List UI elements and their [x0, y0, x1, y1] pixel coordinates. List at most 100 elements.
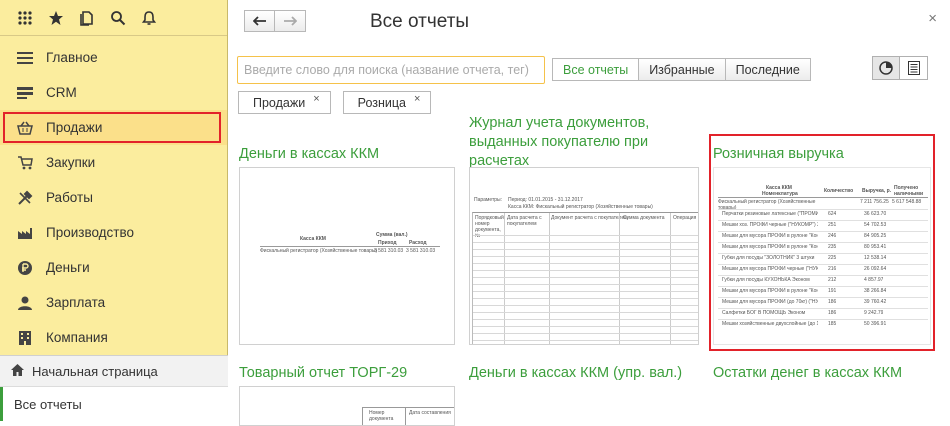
report-card[interactable]: Деньги в кассах ККМ [239, 145, 459, 164]
home-page-label: Начальная страница [32, 363, 158, 379]
thumb-text: 3 581 310.03 [374, 248, 404, 254]
bell-icon[interactable] [133, 0, 164, 36]
report-card-title[interactable]: Деньги в кассах ККМ [239, 145, 459, 164]
tag-label: Розница [357, 95, 406, 110]
thumb-text: 54 702.53 [864, 222, 887, 228]
thumb-table-row: Мешки хозяйственные двухслойные (до 100к… [718, 319, 928, 329]
thumb-table-row: Мешки для мусора ПРОФИ черные ("НУКОМР")… [718, 264, 928, 274]
thumb-text: 36 623.70 [864, 211, 887, 217]
report-thumbnail[interactable]: Параметры: Период: 01.01.2015 - 31.12.20… [469, 167, 699, 345]
arrow-right-icon [284, 16, 297, 26]
view-mode-toggle [872, 56, 928, 80]
search-input[interactable]: Введите слово для поиска (название отчет… [237, 56, 545, 84]
sidebar-item-label: CRM [46, 85, 77, 100]
thumb-text: Дата составления [409, 410, 451, 416]
thumb-text: 191 [828, 288, 837, 294]
sidebar-item-label: Работы [46, 190, 93, 205]
thumb-text: Мешки для мусора ПРОФИ в рулоне "Концепц… [722, 244, 818, 250]
sidebar-item-company[interactable]: Компания [0, 320, 227, 355]
thumb-table-row: Мешки для мусора ПРОФИ в рулоне "Концепц… [718, 242, 928, 252]
sidebar-item-label: Производство [46, 225, 135, 240]
filter-recent[interactable]: Последние [725, 58, 811, 81]
sidebar-item-sales[interactable]: Продажи [0, 110, 227, 145]
forward-button[interactable] [275, 10, 306, 32]
thumb-text: 84 905.25 [864, 233, 887, 239]
sidebar-item-production[interactable]: Производство [0, 215, 227, 250]
report-card[interactable]: Товарный отчет ТОРГ-29 [239, 364, 459, 383]
menu-lines-icon [16, 49, 34, 67]
thumb-text: Губки для посуды КУХОНЬКА Эконом [722, 277, 810, 283]
sidebar-item-label: Зарплата [46, 295, 106, 310]
report-card[interactable]: Деньги в кассах ККМ (упр. вал.) [469, 364, 699, 383]
apps-grid-icon[interactable] [9, 0, 40, 36]
history-icon[interactable] [71, 0, 102, 36]
view-thumbnails-button[interactable] [872, 56, 900, 80]
thumb-text: Сумма документа [623, 215, 665, 221]
thumb-text: Мешки для мусора ПРОФИ (до 70кг) ("НУКОМ… [722, 299, 818, 305]
sidebar-item-crm[interactable]: CRM [0, 75, 227, 110]
sidebar-item-purchases[interactable]: Закупки [0, 145, 227, 180]
report-filter-group: Все отчеты Избранные Последние [552, 58, 811, 81]
cart-icon [16, 154, 34, 172]
arrow-left-icon [252, 16, 266, 26]
pie-chart-icon [879, 61, 893, 75]
thumb-table-row: Губки для посуды КУХОНЬКА Эконом 212 4 857… [718, 275, 928, 285]
report-thumbnail[interactable]: Номер документа Дата составления [239, 386, 455, 426]
thumb-text: Мешки для мусора ПРОФИ в рулоне "Концепц… [722, 233, 818, 239]
thumb-text: 9 242.79 [864, 310, 884, 316]
sidebar-item-works[interactable]: Работы [0, 180, 227, 215]
thumb-text: Количество [824, 188, 854, 194]
open-windows-panel: Начальная страница Все отчеты [0, 355, 228, 421]
star-icon[interactable] [40, 0, 71, 36]
sidebar-item-main[interactable]: Главное [0, 40, 227, 75]
tag-label: Продажи [253, 95, 306, 110]
report-card-title[interactable]: Деньги в кассах ККМ (упр. вал.) [469, 364, 699, 383]
home-page-link[interactable]: Начальная страница [0, 356, 228, 387]
tag-chip: Продажи × [238, 91, 331, 114]
tools-icon [16, 189, 34, 207]
thumb-text: Параметры: [474, 197, 503, 203]
open-window-label: Все отчеты [14, 396, 82, 412]
report-card-title[interactable]: Журнал учета документов, выданных покупа… [469, 114, 699, 171]
view-list-button[interactable] [900, 56, 928, 80]
sidebar-item-money[interactable]: Деньги [0, 250, 227, 285]
thumb-text: Перчатки резиновые латексные ("ПРОМИС") [722, 211, 818, 217]
basket-icon [16, 119, 34, 137]
list-icon [907, 61, 920, 75]
remove-tag-icon[interactable]: × [414, 93, 420, 105]
tag-list: Продажи × Розница × [238, 91, 432, 114]
thumb-text: 39 760.42 [864, 299, 887, 305]
remove-tag-icon[interactable]: × [313, 93, 319, 105]
report-card[interactable]: Розничная выручка [713, 145, 933, 164]
report-thumbnail[interactable]: Касса ККМ Сумма (вал.) Приход Расход Фис… [239, 167, 455, 345]
thumb-text: Получено наличными [894, 185, 924, 197]
thumb-text: Номер документа [369, 410, 394, 422]
back-button[interactable] [244, 10, 275, 32]
thumb-text: 7 211 756.25 [860, 199, 889, 205]
thumb-text: Документ расчета с покупателем [551, 215, 628, 221]
thumb-text: Губки для посуды "ЗОЛОТНИК" 3 штуки [722, 255, 815, 261]
thumb-text: Касса ККМ [300, 236, 326, 242]
home-icon [11, 363, 24, 379]
report-card[interactable]: Журнал учета документов, выданных покупа… [469, 114, 699, 171]
thumb-text: Мешки для мусора ПРОФИ черные ("НУКОМР")… [722, 266, 818, 272]
filter-favorites[interactable]: Избранные [639, 58, 726, 81]
report-card-title[interactable]: Товарный отчет ТОРГ-29 [239, 364, 459, 383]
close-icon[interactable]: × [928, 10, 937, 27]
search-icon[interactable] [102, 0, 133, 36]
thumb-table-row: Перчатки резиновые латексные ("ПРОМИС") 6… [718, 209, 928, 219]
sidebar-item-label: Закупки [46, 155, 96, 170]
open-window-all-reports[interactable]: Все отчеты [0, 387, 228, 421]
thumb-table-row: Мешки для мусора ПРОФИ (до 70кг) ("НУКОМ… [718, 297, 928, 307]
main-content: Все отчеты × Введите слово для поиска (н… [229, 0, 950, 426]
report-thumbnail[interactable]: Касса ККМ Номенклатура Количество Выручк… [713, 167, 931, 345]
report-card[interactable]: Остатки денег в кассах ККМ [713, 364, 933, 383]
thumb-text: 225 [828, 255, 837, 261]
filter-all-reports[interactable]: Все отчеты [552, 58, 640, 81]
sidebar-item-salary[interactable]: Зарплата [0, 285, 227, 320]
page-title: Все отчеты [370, 11, 470, 32]
report-card-title[interactable]: Розничная выручка [713, 145, 933, 164]
report-card-title[interactable]: Остатки денег в кассах ККМ [713, 364, 933, 383]
thumb-text: 3 581 310.03 [406, 248, 436, 254]
search-placeholder: Введите слово для поиска (название отчет… [244, 63, 529, 77]
